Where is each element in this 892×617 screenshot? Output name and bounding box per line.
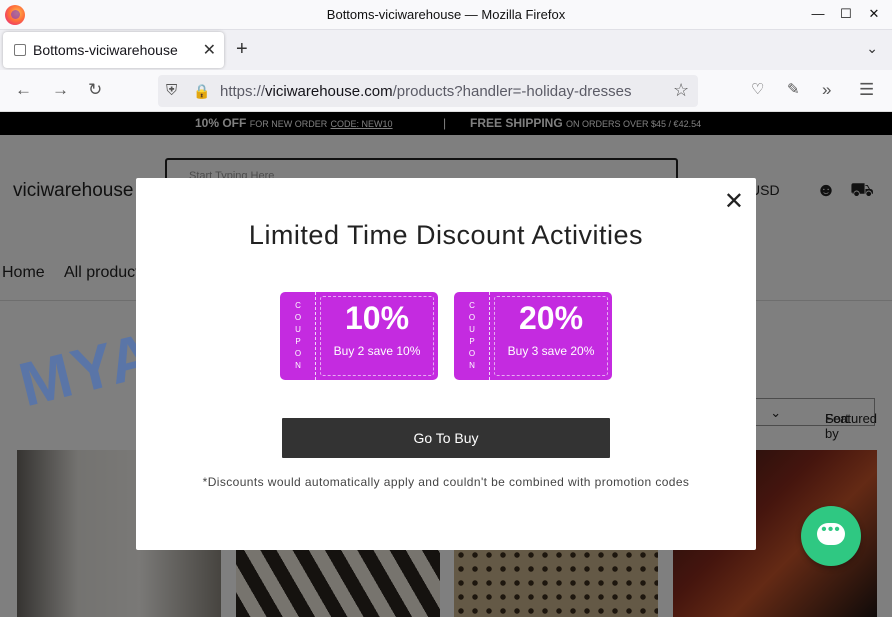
close-window-icon[interactable]: ✕ xyxy=(862,4,886,24)
maximize-icon[interactable]: ☐ xyxy=(834,4,858,24)
bookmark-star-icon[interactable]: ☆ xyxy=(673,80,689,100)
shield-icon[interactable]: ⛨ xyxy=(166,81,177,101)
chat-bubble-icon: ••• xyxy=(817,522,845,545)
coupon-card[interactable]: COUPON 20% Buy 3 save 20% xyxy=(454,292,612,380)
tab-title: Bottoms-viciwarehouse xyxy=(33,42,178,58)
modal-title: Limited Time Discount Activities xyxy=(248,220,644,250)
navigation-toolbar: ← → ↻ ⛨ 🔒 https://viciwarehouse.com/prod… xyxy=(0,70,892,112)
menu-hamburger-icon[interactable]: ☰ xyxy=(859,80,874,100)
reload-icon[interactable]: ↻ xyxy=(88,80,102,100)
go-to-buy-button[interactable]: Go To Buy xyxy=(282,418,610,458)
back-icon[interactable]: ← xyxy=(15,80,32,100)
window-titlebar: Bottoms-viciwarehouse — Mozilla Firefox … xyxy=(0,0,892,30)
page-favicon-icon xyxy=(14,44,26,56)
coupon-desc: Buy 2 save 10% xyxy=(333,344,421,358)
discount-note: *Discounts would automatically apply and… xyxy=(202,475,690,489)
tab-strip: Bottoms-viciwarehouse ✕ xyxy=(0,30,892,70)
coupon-percent: 10% xyxy=(344,300,410,336)
forward-icon[interactable]: → xyxy=(52,80,69,100)
coupon-label: COUPON xyxy=(294,301,302,370)
lock-icon[interactable]: 🔒 xyxy=(193,81,210,101)
tab-list-chevron-icon[interactable]: ⌄ xyxy=(866,40,878,57)
coupon-stub: COUPON xyxy=(454,292,490,380)
browser-tab[interactable]: Bottoms-viciwarehouse ✕ xyxy=(3,32,224,68)
minimize-icon[interactable]: — xyxy=(806,4,830,24)
pocket-icon[interactable]: ♡ xyxy=(751,80,764,100)
web-page: 10% OFF FOR NEW ORDER CODE: NEW10 | FREE… xyxy=(0,112,892,617)
coupon-desc: Buy 3 save 20% xyxy=(507,344,595,358)
window-title: Bottoms-viciwarehouse — Mozilla Firefox xyxy=(326,7,566,22)
coupon-stub: COUPON xyxy=(280,292,316,380)
url-text: https://viciwarehouse.com/products?handl… xyxy=(220,83,632,100)
coupon-label: COUPON xyxy=(468,301,476,370)
overflow-chevrons-icon[interactable]: » xyxy=(822,80,831,100)
coupon-percent: 20% xyxy=(518,300,584,336)
new-tab-icon[interactable]: + xyxy=(236,38,248,61)
extensions-icon[interactable]: ✎ xyxy=(787,80,800,100)
coupon-card[interactable]: COUPON 10% Buy 2 save 10% xyxy=(280,292,438,380)
tab-close-icon[interactable]: ✕ xyxy=(203,40,216,60)
url-bar[interactable]: ⛨ 🔒 https://viciwarehouse.com/products?h… xyxy=(158,75,698,107)
chat-button[interactable]: ••• xyxy=(801,506,861,566)
discount-modal: ✕ Limited Time Discount Activities COUPO… xyxy=(136,178,756,550)
modal-close-icon[interactable]: ✕ xyxy=(724,190,744,214)
